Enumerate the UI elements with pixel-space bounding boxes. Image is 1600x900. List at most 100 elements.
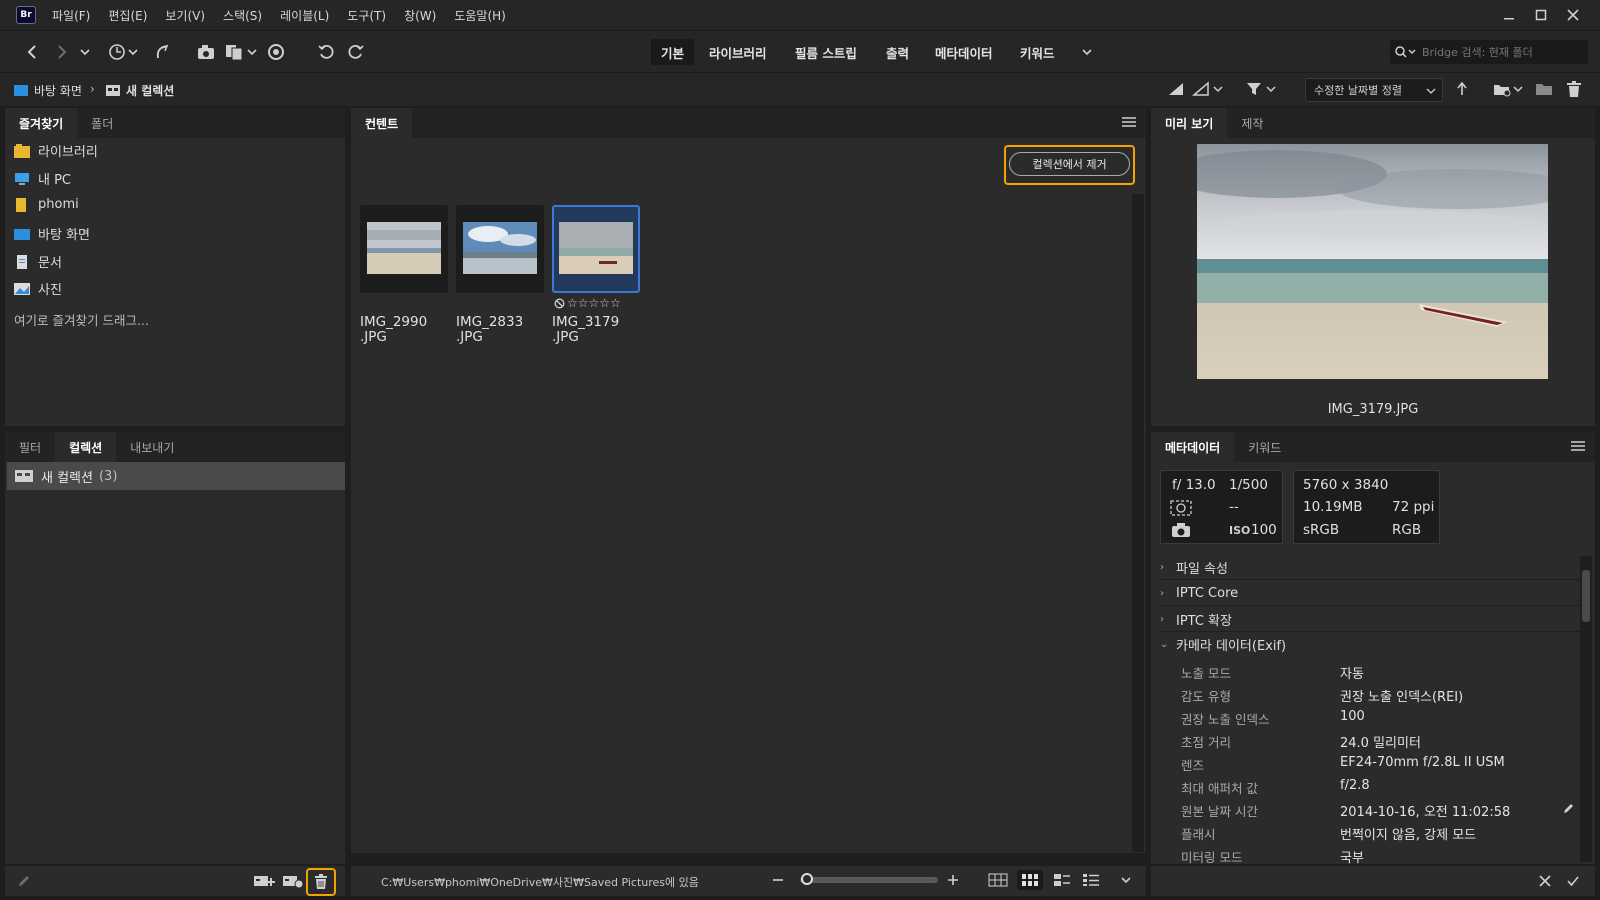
edit-pencil-icon[interactable] — [16, 874, 32, 888]
rotate-right-icon[interactable] — [344, 40, 368, 64]
filter-icon[interactable] — [1245, 77, 1279, 101]
thumbnail-name: IMG_2990 .JPG — [360, 314, 428, 345]
content-horizontal-scrollbar[interactable] — [351, 853, 1131, 863]
search-icon[interactable] — [1394, 45, 1418, 59]
camera-import-icon[interactable] — [194, 40, 218, 64]
thumbnail-img-2990[interactable] — [360, 205, 448, 293]
tab-preview[interactable]: 미리 보기 — [1151, 108, 1228, 138]
trash-icon[interactable] — [1562, 77, 1586, 101]
favorite-item-phomi[interactable]: phomi — [14, 197, 79, 212]
minimize-icon[interactable] — [1496, 5, 1522, 25]
tab-folders[interactable]: 폴더 — [77, 108, 127, 138]
tab-keywords[interactable]: 키워드 — [1234, 432, 1295, 462]
search-input[interactable] — [1422, 45, 1572, 59]
preview-image[interactable] — [1197, 144, 1548, 379]
sort-dropdown[interactable]: 수정한 날짜별 정렬 — [1305, 78, 1443, 102]
menu-file[interactable]: 파일(F) — [52, 7, 90, 24]
new-smart-collection-icon[interactable] — [282, 872, 304, 890]
delete-collection-trash-icon[interactable] — [313, 873, 329, 891]
breadcrumb-desktop[interactable]: 바탕 화면 — [14, 82, 82, 99]
return-to-app-icon[interactable] — [150, 40, 174, 64]
rating-stars[interactable]: ☆☆☆☆☆ — [554, 296, 621, 310]
thumbnail-img-3179[interactable] — [552, 205, 640, 293]
close-window-icon[interactable] — [1560, 5, 1586, 25]
exif-value: 번쩍이지 않음, 강제 모드 — [1340, 828, 1477, 843]
maximize-icon[interactable] — [1528, 5, 1554, 25]
search-box[interactable] — [1390, 40, 1588, 64]
view-thumbnails-icon[interactable] — [1017, 870, 1043, 890]
workspace-tab-libraries[interactable]: 라이브러리 — [699, 39, 777, 65]
new-folder-icon[interactable] — [1532, 77, 1556, 101]
thumbnail-size-slider[interactable] — [800, 877, 938, 883]
apply-check-icon[interactable] — [1566, 874, 1580, 888]
new-collection-icon[interactable] — [253, 872, 275, 890]
chevron-right-icon: › — [1160, 561, 1164, 573]
section-iptc-extension[interactable]: › IPTC 확장 — [1160, 607, 1580, 632]
workspace-tab-filmstrip[interactable]: 필름 스트립 — [785, 39, 867, 65]
collection-row[interactable]: 새 컬렉션 (3) — [7, 462, 345, 490]
menu-tools[interactable]: 도구(T) — [347, 7, 386, 24]
favorite-item-desktop[interactable]: 바탕 화면 — [14, 224, 90, 243]
menu-label[interactable]: 레이블(L) — [280, 7, 329, 24]
metering-mode-icon — [1170, 500, 1192, 516]
favorite-item-my-pc[interactable]: 내 PC — [14, 169, 71, 188]
workspace-tab-metadata[interactable]: 메타데이터 — [925, 39, 1003, 65]
menu-window[interactable]: 창(W) — [404, 7, 436, 24]
workspace-tab-output[interactable]: 출력 — [876, 39, 919, 65]
favorite-item-pictures[interactable]: 사진 — [14, 279, 62, 298]
tab-export[interactable]: 내보내기 — [116, 432, 188, 462]
favorite-item-libraries[interactable]: 라이브러리 — [14, 141, 98, 160]
panel-menu-icon[interactable] — [1571, 441, 1585, 451]
menu-edit[interactable]: 편집(E) — [108, 7, 147, 24]
workspace-tab-essentials[interactable]: 기본 — [651, 39, 695, 65]
metadata-scrollbar-thumb[interactable] — [1582, 570, 1590, 622]
breadcrumb-collection[interactable]: 새 컬렉션 — [106, 82, 174, 99]
forward-icon[interactable] — [50, 40, 74, 64]
tab-favorites[interactable]: 즐겨찾기 — [5, 108, 78, 138]
thumbnail-img-2833[interactable] — [456, 205, 544, 293]
workspace-tab-keywords[interactable]: 키워드 — [1010, 39, 1065, 65]
chevron-right-icon: › — [1160, 613, 1164, 625]
zoom-in-icon[interactable] — [946, 873, 960, 887]
rotate-left-icon[interactable] — [314, 40, 338, 64]
workspace-more-chevron-icon[interactable] — [1075, 40, 1099, 64]
reject-icon[interactable] — [554, 298, 565, 309]
edit-pencil-icon[interactable] — [1563, 802, 1575, 814]
tab-publish[interactable]: 제작 — [1227, 108, 1277, 138]
content-scrollbar[interactable] — [1132, 194, 1144, 852]
remove-from-collection-button[interactable]: 컬렉션에서 제거 — [1009, 152, 1130, 176]
quality-icon[interactable] — [1164, 77, 1188, 101]
panel-menu-icon[interactable] — [1122, 117, 1136, 127]
view-details-icon[interactable] — [1053, 872, 1071, 888]
star-icons[interactable]: ☆☆☆☆☆ — [567, 296, 621, 310]
exif-key: 원본 날짜 시간 — [1181, 804, 1258, 819]
sync-icon[interactable] — [264, 40, 288, 64]
menu-view[interactable]: 보기(V) — [165, 7, 205, 24]
cancel-icon[interactable] — [1538, 874, 1552, 888]
history-icon[interactable] — [106, 40, 142, 64]
sort-ascending-arrow-icon[interactable] — [1450, 77, 1474, 101]
tab-filter[interactable]: 필터 — [5, 432, 55, 462]
back-icon[interactable] — [20, 40, 44, 64]
tab-metadata[interactable]: 메타데이터 — [1151, 432, 1235, 462]
view-list-icon[interactable] — [1082, 872, 1100, 888]
zoom-out-icon[interactable] — [771, 873, 785, 887]
menu-stack[interactable]: 스택(S) — [223, 7, 262, 24]
open-recent-icon[interactable] — [1492, 77, 1526, 101]
section-iptc-core[interactable]: › IPTC Core — [1160, 581, 1580, 606]
iso-label: ISO — [1229, 524, 1251, 537]
favorite-item-documents[interactable]: 문서 — [14, 252, 62, 271]
tab-content[interactable]: 컨텐트 — [351, 108, 413, 138]
thumbnail-size-slider-handle[interactable] — [801, 873, 813, 885]
recent-folders-dropdown-icon[interactable] — [73, 40, 97, 64]
refine-icon[interactable] — [224, 40, 260, 64]
user-folder-icon — [16, 197, 26, 212]
tab-collections[interactable]: 컬렉션 — [55, 432, 117, 462]
section-file-properties[interactable]: › 파일 속성 — [1160, 555, 1580, 580]
collection-icon — [106, 85, 120, 96]
menu-help[interactable]: 도움말(H) — [454, 7, 506, 24]
grid-lock-icon[interactable] — [987, 872, 1009, 888]
thumbnail-quality-dropdown-icon[interactable] — [1192, 77, 1226, 101]
view-options-chevron-icon[interactable] — [1118, 872, 1134, 888]
section-camera-data-exif[interactable]: ⌄ 카메라 데이터(Exif) — [1160, 632, 1580, 657]
